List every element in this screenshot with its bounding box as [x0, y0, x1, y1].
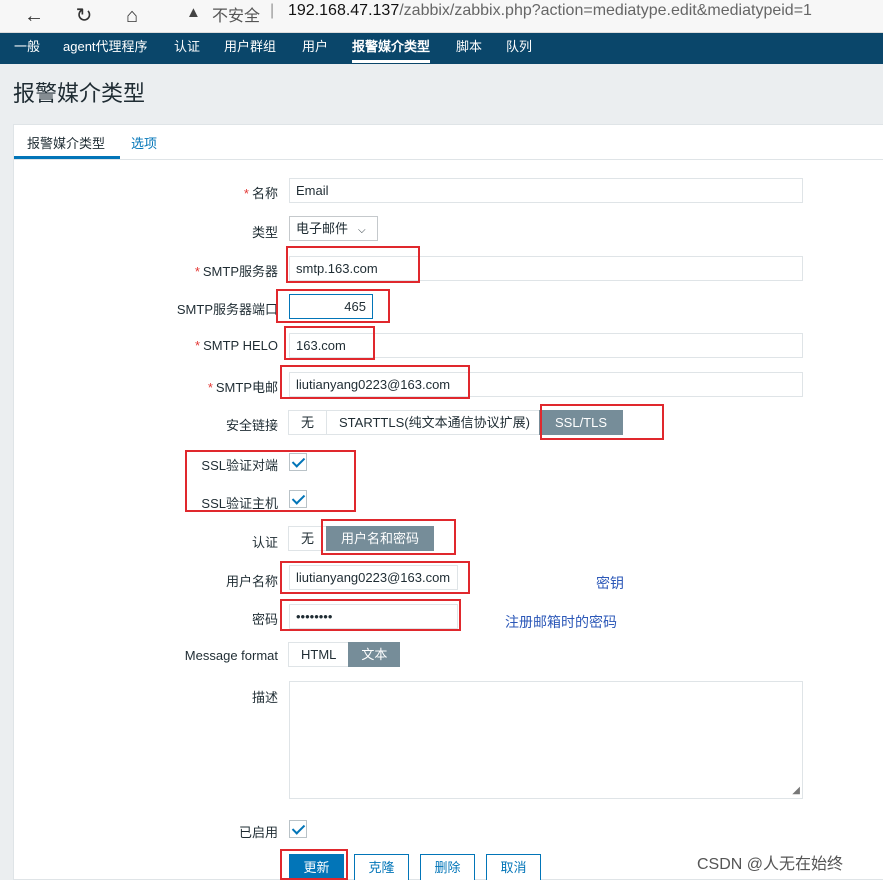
type-select[interactable]: 电子邮件 ⌵: [289, 216, 378, 241]
nav-item-proxies[interactable]: agent代理程序: [63, 33, 148, 64]
insecure-label[interactable]: 不安全: [212, 2, 260, 26]
description-label: 描述: [251, 690, 278, 705]
nav-item-queue[interactable]: 队列: [506, 33, 532, 64]
auth-label: 认证: [251, 535, 278, 550]
message-format-toggle: HTML 文本: [288, 642, 401, 667]
tab-divider: [14, 159, 883, 160]
home-icon[interactable]: ⌂: [118, 2, 146, 30]
enabled-label: 已启用: [238, 825, 278, 840]
annotation-secret-key: 密钥: [596, 575, 624, 591]
address-bar[interactable]: 192.168.47.137/zabbix/zabbix.php?action=…: [288, 2, 812, 20]
name-field[interactable]: Email: [289, 178, 803, 203]
back-icon[interactable]: ←: [20, 2, 48, 30]
smtp-helo-label: * SMTP HELO: [195, 338, 278, 353]
format-option-text[interactable]: 文本: [348, 642, 401, 667]
name-label: * 名称: [243, 186, 278, 201]
reload-icon[interactable]: ↻: [70, 2, 98, 30]
nav-item-users[interactable]: 用户: [302, 33, 328, 64]
description-textarea[interactable]: ◢: [289, 681, 803, 799]
url-separator: |: [270, 2, 275, 19]
security-label: 安全链接: [225, 418, 278, 433]
tab-options[interactable]: 选项: [131, 133, 157, 159]
highlight-username: [280, 561, 470, 594]
chevron-down-icon: ⌵: [358, 225, 366, 236]
security-option-starttls[interactable]: STARTTLS(纯文本通信协议扩展): [326, 410, 541, 435]
nav-item-general[interactable]: 一般: [14, 33, 40, 64]
username-label: 用户名称: [225, 574, 278, 589]
type-select-value: 电子邮件: [296, 221, 349, 236]
nav-item-user-groups[interactable]: 用户群组: [224, 33, 276, 64]
password-label: 密码: [251, 612, 278, 627]
resize-handle-icon[interactable]: ◢: [792, 786, 800, 796]
highlight-smtp-server: [286, 246, 420, 283]
admin-nav: 一般 agent代理程序 认证 用户群组 用户 报警媒介类型 脚本 队列: [0, 33, 883, 64]
smtp-server-label: * SMTP服务器: [194, 264, 278, 279]
url-path: /zabbix/zabbix.php?action=mediatype.edit…: [399, 2, 812, 19]
highlight-auth: [321, 519, 456, 555]
format-option-html[interactable]: HTML: [288, 642, 350, 667]
smtp-email-label: * SMTP电邮: [207, 380, 278, 395]
enabled-checkbox[interactable]: [289, 820, 307, 838]
watermark: CSDN @人无在始终: [697, 856, 844, 873]
highlight-password: [280, 599, 461, 631]
highlight-smtp-port: [276, 289, 390, 323]
highlight-ssl-tls: [540, 404, 664, 440]
page-title: 报警媒介类型: [13, 81, 146, 106]
nav-item-authentication[interactable]: 认证: [174, 33, 200, 64]
highlight-ssl-verify: [185, 450, 356, 512]
browser-toolbar: ← ↻ ⌂ ▲ 不安全 | 192.168.47.137/zabbix/zabb…: [0, 0, 883, 33]
url-host: 192.168.47.137: [288, 2, 400, 19]
annotation-password-note: 注册邮箱时的密码: [505, 614, 617, 630]
message-format-label: Message format: [184, 648, 278, 663]
highlight-smtp-email: [280, 365, 470, 399]
warning-icon[interactable]: ▲: [186, 4, 201, 21]
type-label: 类型: [251, 225, 278, 240]
cancel-button[interactable]: 取消: [486, 854, 541, 880]
smtp-port-label: SMTP服务器端口: [176, 302, 278, 317]
nav-item-scripts[interactable]: 脚本: [456, 33, 482, 64]
highlight-update: [280, 849, 348, 880]
clone-button[interactable]: 克隆: [354, 854, 409, 880]
highlight-smtp-helo: [284, 326, 375, 360]
tab-media-type[interactable]: 报警媒介类型: [14, 133, 120, 159]
nav-item-media-types[interactable]: 报警媒介类型: [352, 33, 431, 64]
security-option-none[interactable]: 无: [288, 410, 328, 435]
delete-button[interactable]: 删除: [420, 854, 475, 880]
